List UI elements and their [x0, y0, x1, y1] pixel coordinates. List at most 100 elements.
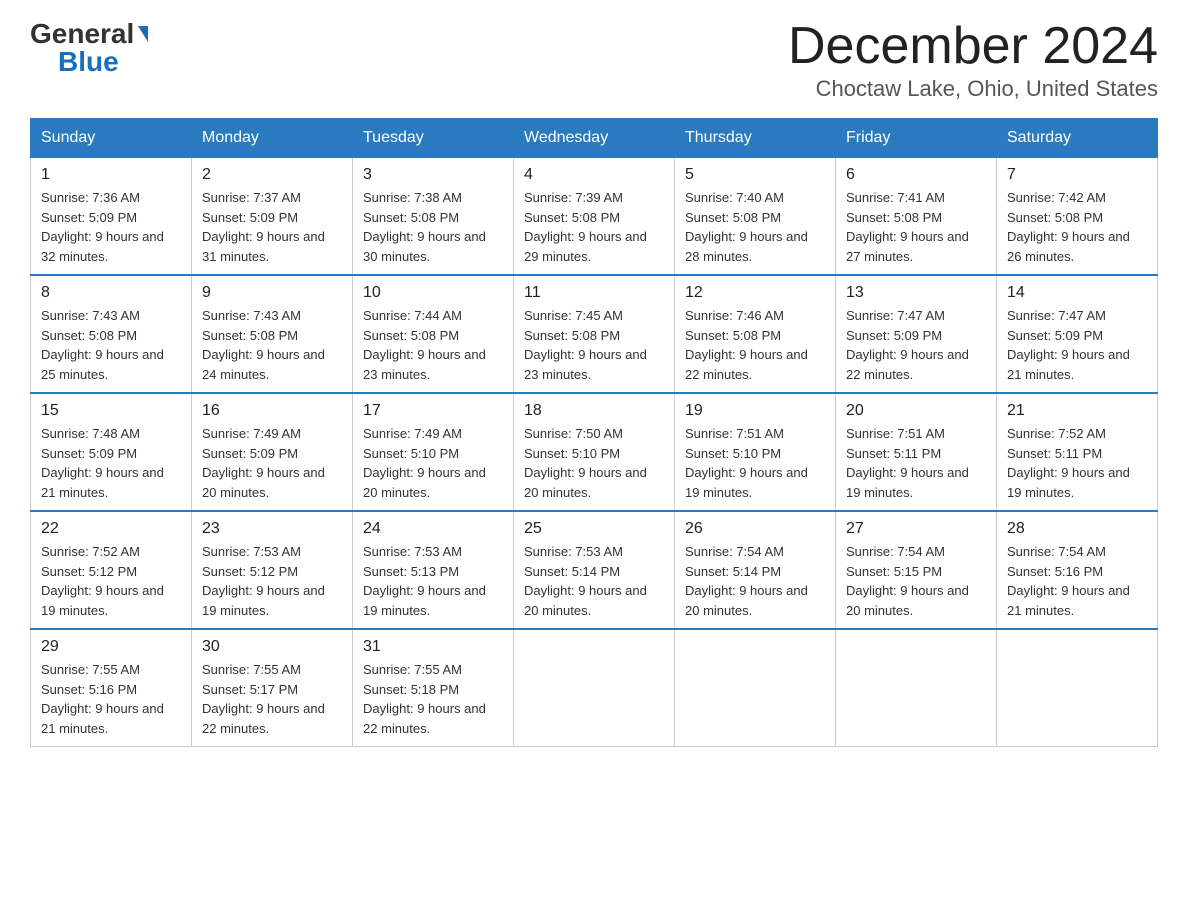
day-number: 18 [524, 402, 664, 420]
day-info: Sunrise: 7:37 AM Sunset: 5:09 PM Dayligh… [202, 188, 342, 266]
calendar-cell: 28 Sunrise: 7:54 AM Sunset: 5:16 PM Dayl… [997, 511, 1158, 629]
day-info: Sunrise: 7:54 AM Sunset: 5:14 PM Dayligh… [685, 542, 825, 620]
calendar-cell: 10 Sunrise: 7:44 AM Sunset: 5:08 PM Dayl… [353, 275, 514, 393]
day-number: 7 [1007, 166, 1147, 184]
calendar-cell: 29 Sunrise: 7:55 AM Sunset: 5:16 PM Dayl… [31, 629, 192, 747]
day-info: Sunrise: 7:43 AM Sunset: 5:08 PM Dayligh… [202, 306, 342, 384]
day-number: 28 [1007, 520, 1147, 538]
day-info: Sunrise: 7:40 AM Sunset: 5:08 PM Dayligh… [685, 188, 825, 266]
day-info: Sunrise: 7:38 AM Sunset: 5:08 PM Dayligh… [363, 188, 503, 266]
weekday-header-wednesday: Wednesday [514, 119, 675, 158]
day-number: 24 [363, 520, 503, 538]
calendar-week-row: 22 Sunrise: 7:52 AM Sunset: 5:12 PM Dayl… [31, 511, 1158, 629]
calendar-cell: 2 Sunrise: 7:37 AM Sunset: 5:09 PM Dayli… [192, 158, 353, 276]
day-info: Sunrise: 7:55 AM Sunset: 5:16 PM Dayligh… [41, 660, 181, 738]
day-info: Sunrise: 7:49 AM Sunset: 5:09 PM Dayligh… [202, 424, 342, 502]
calendar-week-row: 15 Sunrise: 7:48 AM Sunset: 5:09 PM Dayl… [31, 393, 1158, 511]
calendar-cell: 18 Sunrise: 7:50 AM Sunset: 5:10 PM Dayl… [514, 393, 675, 511]
day-number: 9 [202, 284, 342, 302]
logo: General Blue [30, 20, 148, 76]
day-number: 15 [41, 402, 181, 420]
day-info: Sunrise: 7:55 AM Sunset: 5:18 PM Dayligh… [363, 660, 503, 738]
day-number: 25 [524, 520, 664, 538]
day-info: Sunrise: 7:52 AM Sunset: 5:11 PM Dayligh… [1007, 424, 1147, 502]
logo-triangle-icon [138, 26, 148, 42]
day-info: Sunrise: 7:48 AM Sunset: 5:09 PM Dayligh… [41, 424, 181, 502]
day-number: 5 [685, 166, 825, 184]
weekday-header-row: SundayMondayTuesdayWednesdayThursdayFrid… [31, 119, 1158, 158]
day-info: Sunrise: 7:51 AM Sunset: 5:11 PM Dayligh… [846, 424, 986, 502]
day-number: 29 [41, 638, 181, 656]
calendar-week-row: 1 Sunrise: 7:36 AM Sunset: 5:09 PM Dayli… [31, 158, 1158, 276]
calendar-table: SundayMondayTuesdayWednesdayThursdayFrid… [30, 118, 1158, 747]
calendar-cell: 30 Sunrise: 7:55 AM Sunset: 5:17 PM Dayl… [192, 629, 353, 747]
calendar-cell: 7 Sunrise: 7:42 AM Sunset: 5:08 PM Dayli… [997, 158, 1158, 276]
calendar-cell: 19 Sunrise: 7:51 AM Sunset: 5:10 PM Dayl… [675, 393, 836, 511]
calendar-cell: 15 Sunrise: 7:48 AM Sunset: 5:09 PM Dayl… [31, 393, 192, 511]
day-info: Sunrise: 7:47 AM Sunset: 5:09 PM Dayligh… [846, 306, 986, 384]
day-info: Sunrise: 7:39 AM Sunset: 5:08 PM Dayligh… [524, 188, 664, 266]
day-number: 30 [202, 638, 342, 656]
calendar-cell: 9 Sunrise: 7:43 AM Sunset: 5:08 PM Dayli… [192, 275, 353, 393]
calendar-cell: 12 Sunrise: 7:46 AM Sunset: 5:08 PM Dayl… [675, 275, 836, 393]
day-number: 8 [41, 284, 181, 302]
day-number: 14 [1007, 284, 1147, 302]
calendar-cell: 31 Sunrise: 7:55 AM Sunset: 5:18 PM Dayl… [353, 629, 514, 747]
day-number: 21 [1007, 402, 1147, 420]
calendar-cell: 3 Sunrise: 7:38 AM Sunset: 5:08 PM Dayli… [353, 158, 514, 276]
calendar-cell: 21 Sunrise: 7:52 AM Sunset: 5:11 PM Dayl… [997, 393, 1158, 511]
calendar-cell: 23 Sunrise: 7:53 AM Sunset: 5:12 PM Dayl… [192, 511, 353, 629]
calendar-cell: 14 Sunrise: 7:47 AM Sunset: 5:09 PM Dayl… [997, 275, 1158, 393]
day-info: Sunrise: 7:50 AM Sunset: 5:10 PM Dayligh… [524, 424, 664, 502]
day-number: 4 [524, 166, 664, 184]
calendar-week-row: 29 Sunrise: 7:55 AM Sunset: 5:16 PM Dayl… [31, 629, 1158, 747]
calendar-cell [836, 629, 997, 747]
weekday-header-friday: Friday [836, 119, 997, 158]
calendar-cell: 6 Sunrise: 7:41 AM Sunset: 5:08 PM Dayli… [836, 158, 997, 276]
day-number: 1 [41, 166, 181, 184]
month-title: December 2024 [788, 20, 1158, 72]
calendar-cell: 5 Sunrise: 7:40 AM Sunset: 5:08 PM Dayli… [675, 158, 836, 276]
calendar-cell: 16 Sunrise: 7:49 AM Sunset: 5:09 PM Dayl… [192, 393, 353, 511]
weekday-header-tuesday: Tuesday [353, 119, 514, 158]
day-info: Sunrise: 7:41 AM Sunset: 5:08 PM Dayligh… [846, 188, 986, 266]
day-info: Sunrise: 7:52 AM Sunset: 5:12 PM Dayligh… [41, 542, 181, 620]
day-number: 22 [41, 520, 181, 538]
day-number: 10 [363, 284, 503, 302]
calendar-cell: 27 Sunrise: 7:54 AM Sunset: 5:15 PM Dayl… [836, 511, 997, 629]
calendar-cell: 13 Sunrise: 7:47 AM Sunset: 5:09 PM Dayl… [836, 275, 997, 393]
day-info: Sunrise: 7:36 AM Sunset: 5:09 PM Dayligh… [41, 188, 181, 266]
calendar-cell [514, 629, 675, 747]
day-number: 20 [846, 402, 986, 420]
calendar-cell [675, 629, 836, 747]
calendar-cell: 4 Sunrise: 7:39 AM Sunset: 5:08 PM Dayli… [514, 158, 675, 276]
logo-general: General [30, 20, 134, 48]
calendar-cell: 17 Sunrise: 7:49 AM Sunset: 5:10 PM Dayl… [353, 393, 514, 511]
day-number: 6 [846, 166, 986, 184]
weekday-header-saturday: Saturday [997, 119, 1158, 158]
day-number: 3 [363, 166, 503, 184]
location-subtitle: Choctaw Lake, Ohio, United States [788, 76, 1158, 102]
weekday-header-thursday: Thursday [675, 119, 836, 158]
day-info: Sunrise: 7:44 AM Sunset: 5:08 PM Dayligh… [363, 306, 503, 384]
calendar-cell: 24 Sunrise: 7:53 AM Sunset: 5:13 PM Dayl… [353, 511, 514, 629]
day-number: 26 [685, 520, 825, 538]
day-info: Sunrise: 7:43 AM Sunset: 5:08 PM Dayligh… [41, 306, 181, 384]
day-info: Sunrise: 7:47 AM Sunset: 5:09 PM Dayligh… [1007, 306, 1147, 384]
day-info: Sunrise: 7:42 AM Sunset: 5:08 PM Dayligh… [1007, 188, 1147, 266]
day-number: 13 [846, 284, 986, 302]
title-block: December 2024 Choctaw Lake, Ohio, United… [788, 20, 1158, 102]
day-info: Sunrise: 7:45 AM Sunset: 5:08 PM Dayligh… [524, 306, 664, 384]
day-number: 12 [685, 284, 825, 302]
weekday-header-monday: Monday [192, 119, 353, 158]
calendar-cell: 11 Sunrise: 7:45 AM Sunset: 5:08 PM Dayl… [514, 275, 675, 393]
day-number: 16 [202, 402, 342, 420]
day-info: Sunrise: 7:55 AM Sunset: 5:17 PM Dayligh… [202, 660, 342, 738]
day-info: Sunrise: 7:53 AM Sunset: 5:13 PM Dayligh… [363, 542, 503, 620]
day-number: 19 [685, 402, 825, 420]
day-number: 27 [846, 520, 986, 538]
day-info: Sunrise: 7:51 AM Sunset: 5:10 PM Dayligh… [685, 424, 825, 502]
logo-blue: Blue [58, 46, 119, 77]
calendar-cell: 26 Sunrise: 7:54 AM Sunset: 5:14 PM Dayl… [675, 511, 836, 629]
day-info: Sunrise: 7:53 AM Sunset: 5:14 PM Dayligh… [524, 542, 664, 620]
